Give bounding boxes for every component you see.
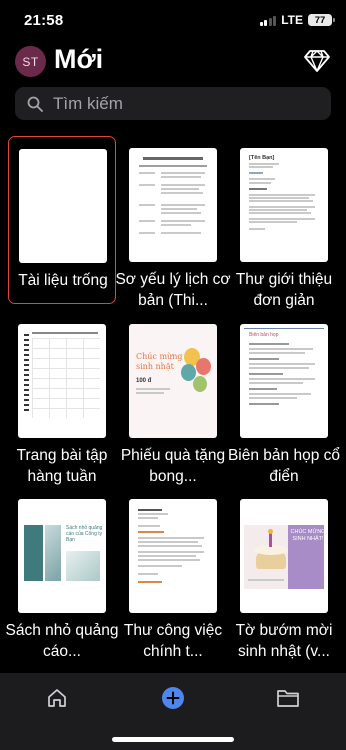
template-balloon-gift-certificate[interactable]: Chúc mừng sinh nhật 100 đ Phiếu quà tặng… [119,312,227,485]
search-icon [27,96,43,112]
home-icon [48,689,66,707]
template-label: Thư công việc chính t... [123,622,223,660]
status-time: 21:58 [24,12,64,29]
template-classic-meeting-minutes[interactable]: Biên bản họp Biên bản họp cổ điển [228,312,340,485]
page-title: Mới [54,44,104,74]
template-thumbnail: Chúc mừng sinh nhật 100 đ [129,324,217,438]
thumb-title: CHÚC MỪNG SINH NHẬT! [290,529,326,542]
template-blank-document[interactable]: Tài liệu trống [8,136,116,304]
folder-icon [277,690,299,707]
battery-icon: 77 [308,14,335,26]
template-label: Biên bản họp cổ điển [227,447,341,485]
search-input[interactable] [53,93,313,114]
header: ST Mới [0,44,346,80]
template-thumbnail: CHÚC MỪNG SINH NHẬT! [240,499,328,613]
template-business-brochure[interactable]: Sách nhỏ quảng cáo của Công ty Bạn Sách … [6,487,118,660]
status-indicators: LTE 77 [259,13,335,27]
template-formal-business-letter[interactable]: Thư công việc chính t... [119,487,227,660]
diamond-icon[interactable] [304,49,330,73]
template-thumbnail: [Tên Bạn] [240,148,328,262]
battery-level: 77 [314,14,326,26]
template-label: Trang bài tập hàng tuần [16,447,108,485]
network-type: LTE [281,13,303,27]
template-label: Tờ bướm mời sinh nhật (v... [235,622,333,660]
nav-new[interactable] [153,683,193,713]
template-simple-cover-letter[interactable]: [Tên Bạn] Thư giới thiệu đơn giản [230,136,338,309]
avatar-initials: ST [22,54,39,69]
template-label: Tài liệu trống [18,272,108,289]
thumb-title: Biên bản họp [249,332,279,338]
template-birthday-invitation-flyer[interactable]: CHÚC MỪNG SINH NHẬT! Tờ bướm mời sinh nh… [230,487,338,660]
template-label: Thư giới thiệu đơn giản [235,271,333,309]
thumb-text: [Tên Bạn] [249,155,275,161]
template-thumbnail [19,149,107,263]
nav-files[interactable] [268,683,308,713]
template-weekly-assignment[interactable]: Trang bài tập hàng tuần [8,312,116,485]
home-indicator[interactable] [112,737,234,742]
status-bar: 21:58 LTE 77 [0,0,346,44]
template-label: Sơ yếu lý lịch cơ bản (Thi... [115,271,231,309]
thumb-title: Sách nhỏ quảng cáo của Công ty Bạn [66,525,103,544]
template-label: Phiếu quà tặng bong... [120,447,226,485]
template-thumbnail [129,499,217,613]
template-thumbnail [129,148,217,262]
search-bar[interactable] [15,87,331,120]
signal-icon [259,15,277,26]
nav-home[interactable] [37,683,77,713]
template-basic-resume[interactable]: Sơ yếu lý lịch cơ bản (Thi... [115,136,231,309]
template-thumbnail: Sách nhỏ quảng cáo của Công ty Bạn [18,499,106,613]
plus-icon [162,687,184,709]
avatar[interactable]: ST [15,46,46,77]
thumb-amount: 100 đ [136,378,152,384]
bottom-navigation [0,673,346,750]
thumb-title: Chúc mừng sinh nhật [136,352,183,371]
template-label: Sách nhỏ quảng cáo... [5,622,119,660]
template-thumbnail [18,324,106,438]
template-thumbnail: Biên bản họp [240,324,328,438]
